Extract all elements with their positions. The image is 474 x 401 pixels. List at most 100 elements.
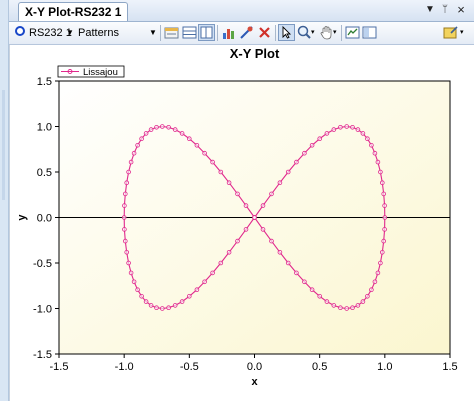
tab-xy-plot[interactable]: X-Y Plot-RS232 1 — [18, 2, 129, 21]
data-point — [123, 191, 128, 197]
toolbar-separator — [341, 25, 342, 41]
chart-icon[interactable] — [220, 24, 237, 41]
data-point — [139, 294, 144, 299]
data-point — [123, 238, 128, 244]
data-point — [202, 279, 207, 285]
data-point — [260, 227, 266, 232]
data-point — [128, 270, 134, 276]
data-point — [172, 303, 178, 308]
x-axis-label: x — [251, 376, 258, 388]
data-point — [187, 136, 192, 141]
export-icon[interactable] — [344, 24, 361, 41]
clear-icon[interactable] — [256, 24, 273, 41]
data-point — [331, 303, 337, 308]
data-point — [122, 227, 127, 232]
x-tick-label: 0.0 — [247, 361, 262, 373]
cursor-icon[interactable] — [278, 24, 295, 41]
y-tick-label: -1.5 — [33, 349, 52, 361]
data-point — [226, 250, 232, 255]
data-point — [260, 203, 266, 208]
layout-icon[interactable] — [361, 24, 378, 41]
data-point — [148, 127, 154, 132]
y-tick-label: 1.0 — [37, 122, 52, 134]
left-dock-splitter[interactable] — [0, 0, 9, 401]
data-point — [302, 279, 307, 285]
data-point — [210, 270, 215, 276]
data-point — [143, 131, 149, 136]
data-point — [166, 305, 171, 311]
data-point — [294, 159, 299, 165]
legend-label: Lissajou — [83, 67, 118, 78]
table-icon[interactable] — [181, 24, 198, 41]
data-point — [369, 287, 374, 293]
data-point — [194, 287, 200, 293]
data-point — [131, 150, 137, 156]
data-point — [350, 125, 355, 130]
data-point — [187, 294, 192, 299]
device-chevron-down-icon[interactable]: ▼ — [66, 25, 74, 41]
x-tick-label: -0.5 — [180, 361, 199, 373]
data-point — [154, 305, 159, 311]
data-point — [338, 125, 343, 130]
data-point — [277, 180, 283, 186]
xy-plot-panel: -1.5 -1.0 -0.5 0.0 0.5 1.0 1.5 1.5 1.0 0.5 0.0 -0.5… — [9, 45, 472, 401]
probe-icon[interactable] — [238, 24, 255, 41]
tab-dropdown-icon[interactable]: ▼ — [424, 3, 436, 17]
data-point — [179, 299, 185, 304]
data-point — [375, 270, 381, 276]
y-tick-label: -0.5 — [33, 258, 52, 270]
data-point — [210, 159, 215, 165]
data-point — [309, 287, 315, 293]
data-point — [243, 227, 249, 232]
pan-chevron-down-icon[interactable]: ▾ — [333, 25, 337, 41]
app-window: X-Y Plot-RS232 1 ▼ ᛘ × RS232 1 ▼ Pattern… — [0, 0, 474, 401]
data-point — [331, 127, 337, 132]
data-point — [166, 125, 171, 130]
data-point — [172, 127, 178, 132]
data-point — [143, 299, 149, 304]
y-axis-label: y — [16, 214, 28, 221]
data-point — [365, 294, 370, 299]
data-point — [148, 303, 154, 308]
data-point — [135, 143, 140, 148]
data-point — [235, 191, 240, 197]
chart-title: X-Y Plot — [230, 46, 280, 61]
data-point — [179, 131, 185, 136]
data-point — [338, 305, 343, 311]
xy-plot-chart[interactable]: -1.5 -1.0 -0.5 0.0 0.5 1.0 1.5 1.5 1.0 0.5 0.0 -0.5… — [10, 45, 472, 401]
columns-icon[interactable] — [198, 24, 215, 41]
properties-icon[interactable] — [163, 24, 180, 41]
data-point — [382, 203, 387, 208]
x-tick-label: 1.5 — [442, 361, 457, 373]
data-point — [194, 143, 200, 148]
data-point — [372, 279, 378, 285]
data-point — [355, 303, 361, 308]
data-point — [372, 150, 378, 156]
settings-chevron-down-icon[interactable]: ▾ — [460, 25, 464, 41]
data-point — [124, 180, 129, 186]
data-point — [381, 191, 387, 197]
zoom-chevron-down-icon[interactable]: ▾ — [311, 25, 315, 41]
data-point — [360, 131, 366, 136]
data-point — [324, 131, 330, 136]
chart-legend: Lissajou — [57, 65, 125, 78]
settings-icon[interactable] — [442, 24, 459, 41]
data-point — [344, 124, 350, 129]
data-point — [235, 238, 240, 244]
view-select[interactable]: Patterns — [78, 25, 119, 41]
plot-toolbar: RS232 1 ▼ Patterns ▼ ▾ ▾ ▾ — [9, 22, 474, 45]
data-point — [154, 125, 159, 130]
close-icon[interactable]: × — [455, 3, 467, 17]
data-point — [317, 136, 323, 141]
data-point — [218, 169, 224, 175]
view-chevron-down-icon[interactable]: ▼ — [149, 25, 157, 41]
data-point — [122, 203, 127, 208]
pin-icon[interactable]: ᛘ — [439, 3, 451, 17]
data-point — [381, 238, 387, 244]
data-point — [121, 215, 127, 220]
data-point — [350, 305, 355, 311]
data-point — [360, 299, 366, 304]
data-point — [365, 136, 370, 141]
x-tick-label: -1.5 — [50, 361, 69, 373]
data-point — [369, 143, 374, 148]
